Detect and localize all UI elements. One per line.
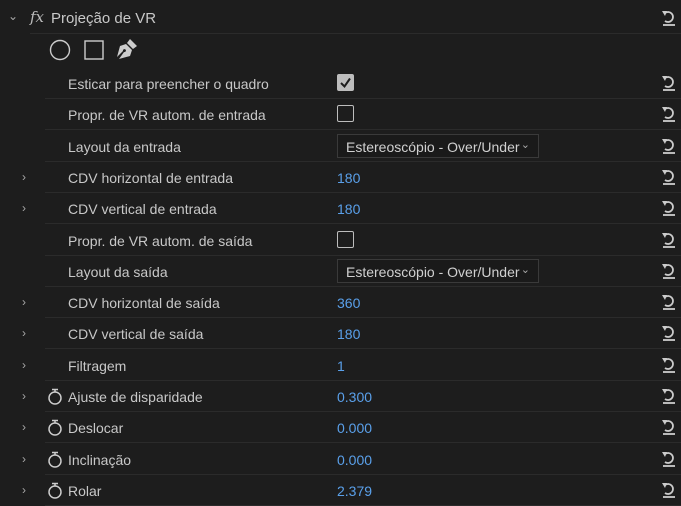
property-row: Layout da entrada Estereoscópio - Over/Un… — [0, 131, 681, 162]
property-label: Rolar — [68, 482, 102, 499]
chevron-right-icon[interactable]: › — [22, 326, 34, 340]
reset-icon[interactable] — [660, 449, 678, 469]
property-label: Ajuste de disparidade — [68, 389, 203, 405]
property-label: Propr. de VR autom. de entrada — [68, 107, 266, 124]
reset-icon[interactable] — [660, 8, 678, 28]
property-value[interactable]: 180 — [337, 170, 360, 186]
property-value[interactable]: 0.300 — [337, 389, 372, 405]
dropdown-value: Estereoscópio - Over/Under — [346, 263, 520, 280]
property-checkbox[interactable] — [337, 105, 354, 123]
reset-icon[interactable] — [660, 136, 678, 156]
property-value[interactable]: 0.000 — [337, 420, 372, 436]
property-row: › CDV horizontal de saída 360 — [0, 287, 681, 319]
chevron-right-icon[interactable]: › — [22, 389, 34, 403]
stopwatch-icon[interactable] — [47, 482, 63, 499]
property-label: Layout da saída — [68, 263, 168, 280]
reset-icon[interactable] — [660, 386, 678, 406]
chevron-right-icon[interactable]: › — [22, 483, 34, 497]
property-value[interactable]: 1 — [337, 358, 345, 374]
property-value[interactable]: 180 — [337, 201, 360, 217]
effect-title: Projeção de VR — [51, 10, 157, 27]
property-label: Layout da entrada — [68, 138, 181, 155]
property-label: CDV horizontal de saída — [68, 295, 220, 312]
chevron-down-icon[interactable]: ⌄ — [8, 9, 20, 23]
property-label: Filtragem — [68, 357, 127, 374]
dropdown-value: Estereoscópio - Over/Under — [346, 138, 520, 155]
reset-icon[interactable] — [660, 355, 678, 375]
property-row: › Ajuste de disparidade 0.300 — [0, 381, 681, 412]
reset-icon[interactable] — [660, 261, 678, 281]
stopwatch-icon[interactable] — [47, 388, 63, 405]
reset-icon[interactable] — [660, 292, 678, 312]
property-value[interactable]: 2.379 — [337, 483, 372, 499]
reset-icon[interactable] — [660, 104, 678, 124]
property-row: › Filtragem 1 — [0, 350, 681, 381]
reset-icon[interactable] — [660, 167, 678, 187]
chevron-right-icon[interactable]: › — [22, 170, 34, 184]
chevron-down-icon: ⌄ — [520, 263, 530, 276]
reset-icon[interactable] — [660, 480, 678, 500]
property-row: › Deslocar 0.000 — [0, 412, 681, 444]
effect-header: ⌄ fx Projeção de VR — [0, 3, 681, 34]
rectangle-mask-icon[interactable] — [83, 39, 105, 61]
chevron-right-icon[interactable]: › — [22, 452, 34, 466]
chevron-right-icon[interactable]: › — [22, 295, 34, 309]
property-row: › Rolar 2.379 — [0, 475, 681, 506]
layout-dropdown[interactable]: Estereoscópio - Over/Under ⌄ — [337, 258, 539, 283]
property-label: Inclinação — [68, 451, 132, 468]
stopwatch-icon[interactable] — [47, 419, 63, 437]
chevron-right-icon[interactable]: › — [22, 420, 34, 434]
property-label: Propr. de VR autom. de saída — [68, 232, 253, 249]
property-row: Layout da saída Estereoscópio - Over/Unde… — [0, 256, 681, 287]
property-row: Esticar para preencher o quadro — [0, 68, 681, 99]
property-row: › Inclinação 0.000 — [0, 444, 681, 475]
chevron-right-icon[interactable]: › — [22, 358, 34, 372]
property-checkbox[interactable] — [337, 74, 354, 91]
stopwatch-icon[interactable] — [47, 451, 63, 468]
fx-icon[interactable]: fx — [30, 8, 44, 26]
property-row: › CDV vertical de entrada 180 — [0, 193, 681, 225]
reset-icon[interactable] — [660, 198, 678, 218]
property-label: Deslocar — [68, 420, 124, 437]
check-icon — [340, 77, 351, 89]
chevron-right-icon[interactable]: › — [22, 201, 34, 215]
property-row: › CDV horizontal de entrada 180 — [0, 162, 681, 193]
layout-dropdown[interactable]: Estereoscópio - Over/Under ⌄ — [337, 133, 539, 158]
property-row: Propr. de VR autom. de entrada — [0, 99, 681, 131]
reset-icon[interactable] — [660, 230, 678, 250]
ellipse-mask-icon[interactable] — [49, 39, 71, 61]
property-row: › CDV vertical de saída 180 — [0, 318, 681, 350]
reset-icon[interactable] — [660, 417, 678, 437]
chevron-down-icon: ⌄ — [520, 138, 530, 151]
mask-tools-row — [0, 34, 681, 65]
property-label: CDV horizontal de entrada — [68, 169, 233, 186]
property-checkbox[interactable] — [337, 230, 354, 248]
property-label: Esticar para preencher o quadro — [68, 76, 269, 92]
reset-icon[interactable] — [660, 73, 678, 93]
property-value[interactable]: 0.000 — [337, 452, 372, 468]
property-label: CDV vertical de saída — [68, 326, 204, 343]
property-row: Propr. de VR autom. de saída — [0, 225, 681, 256]
property-value[interactable]: 180 — [337, 326, 360, 342]
reset-icon[interactable] — [660, 323, 678, 343]
property-label: CDV vertical de entrada — [68, 201, 217, 218]
pen-mask-icon[interactable] — [115, 37, 139, 61]
property-value[interactable]: 360 — [337, 295, 360, 311]
